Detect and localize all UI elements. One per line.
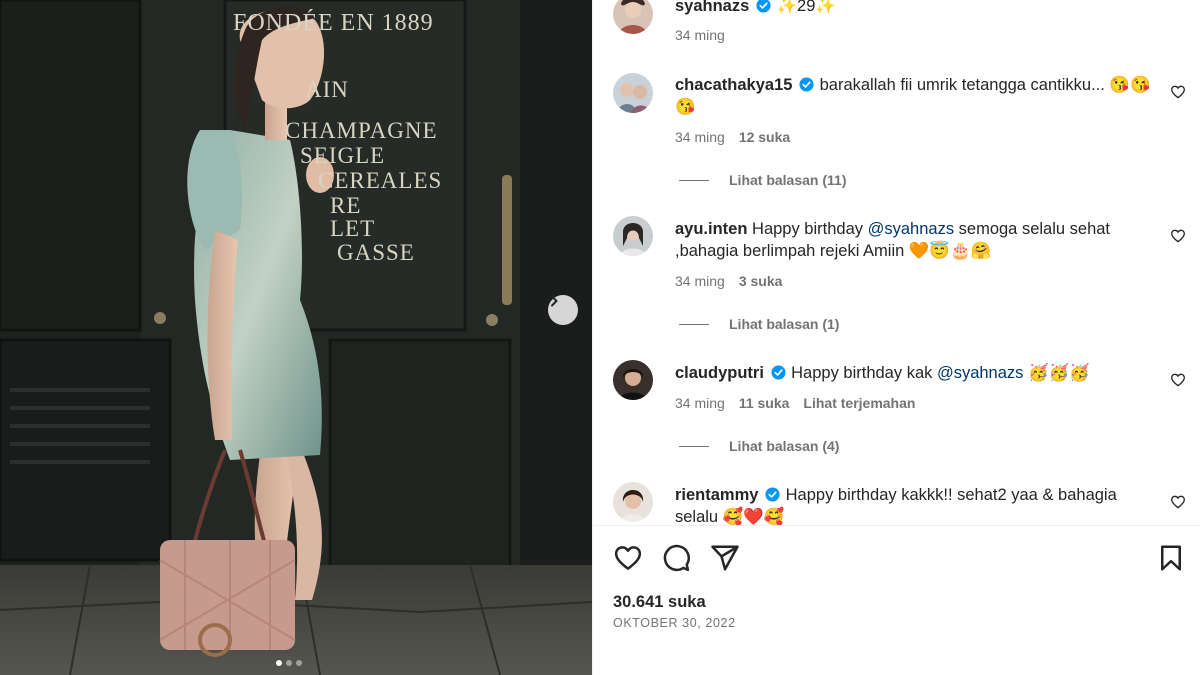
photo-scene [0, 0, 592, 675]
comment-like-heart-icon[interactable] [1170, 228, 1186, 244]
door-sign-line: SEIGLE [300, 143, 386, 168]
avatar[interactable] [613, 0, 653, 34]
view-replies-label: Lihat balasan (4) [729, 438, 840, 454]
replies-divider [679, 323, 709, 325]
caption-username[interactable]: syahnazs [675, 0, 749, 15]
view-replies-button[interactable]: Lihat balasan (1) [679, 316, 839, 332]
avatar[interactable] [613, 482, 653, 522]
carousel-dot-active [276, 660, 282, 666]
replies-divider [679, 445, 709, 447]
comment-time[interactable]: 34 ming [675, 273, 725, 289]
carousel-dot [296, 660, 302, 666]
comment-meta: 34 ming 3 suka [675, 273, 782, 289]
likes-count[interactable]: 30.641 suka [613, 593, 706, 612]
door-sign-line: GASSE [337, 240, 415, 265]
comment-like-heart-icon[interactable] [1170, 84, 1186, 100]
send-icon[interactable] [710, 543, 740, 573]
verified-badge-icon [756, 0, 771, 13]
heart-icon[interactable] [613, 543, 643, 573]
translate-link[interactable]: Lihat terjemahan [803, 395, 915, 411]
view-replies-label: Lihat balasan (1) [729, 316, 840, 332]
comment-body: claudyputri Happy birthday kak @syahnazs… [675, 362, 1155, 384]
door-sign-line: AIN [305, 77, 349, 102]
door-sign-line: CHAMPAGNE [285, 118, 438, 143]
door-sign-line: FONDÉE EN 1889 [233, 10, 434, 36]
verified-badge-icon [765, 487, 780, 502]
carousel-indicator [276, 660, 302, 666]
comment-likes[interactable]: 12 suka [739, 129, 790, 145]
comment-mention-link[interactable]: @syahnazs [937, 364, 1023, 382]
comment-text: Happy birthday kak [791, 364, 937, 382]
door-sign-line: LET [330, 216, 376, 241]
door-sign-line: CEREALES [318, 168, 443, 193]
avatar[interactable] [613, 216, 653, 256]
verified-badge-icon [771, 365, 786, 380]
view-replies-button[interactable]: Lihat balasan (11) [679, 172, 846, 188]
bookmark-icon[interactable] [1156, 543, 1186, 573]
comment-username[interactable]: ayu.inten [675, 220, 747, 238]
avatar[interactable] [613, 360, 653, 400]
post-caption: syahnazs ✨29✨ [675, 0, 1155, 17]
comment-icon[interactable] [661, 543, 691, 573]
comment-body: ayu.inten Happy birthday @syahnazs semog… [675, 218, 1155, 262]
post-side-panel: syahnazs ✨29✨ 34 ming chacathakya15 bara… [592, 0, 1200, 675]
comment-time[interactable]: 34 ming [675, 395, 725, 411]
comment-username[interactable]: rientammy [675, 486, 758, 504]
avatar[interactable] [613, 73, 653, 113]
comment-meta: 34 ming 11 suka Lihat terjemahan [675, 395, 915, 411]
caption-time[interactable]: 34 ming [675, 27, 725, 43]
carousel-dot [286, 660, 292, 666]
comment-mention-link[interactable]: @syahnazs [868, 220, 954, 238]
comment-body: chacathakya15 barakallah fii umrik tetan… [675, 74, 1155, 118]
comment-like-heart-icon[interactable] [1170, 372, 1186, 388]
view-replies-button[interactable]: Lihat balasan (4) [679, 438, 839, 454]
comment-username[interactable]: claudyputri [675, 364, 764, 382]
comment-username[interactable]: chacathakya15 [675, 76, 792, 94]
post-date[interactable]: OKTOBER 30, 2022 [613, 616, 736, 630]
caption-meta: 34 ming [675, 27, 725, 43]
comments-list[interactable]: syahnazs ✨29✨ 34 ming chacathakya15 bara… [593, 0, 1200, 525]
comment-text: Happy birthday [752, 220, 868, 238]
verified-badge-icon [799, 77, 814, 92]
caption-text: ✨29✨ [776, 0, 836, 15]
view-replies-label: Lihat balasan (11) [729, 172, 847, 188]
comment-body: rientammy Happy birthday kakkk!! sehat2 … [675, 484, 1155, 525]
comment-likes[interactable]: 11 suka [739, 395, 790, 411]
section-divider [593, 525, 1200, 526]
post-photo[interactable]: FONDÉE EN 1889 AIN CHAMPAGNE SEIGLE CERE… [0, 0, 592, 675]
chevron-right-icon [551, 295, 558, 307]
comment-likes[interactable]: 3 suka [739, 273, 783, 289]
comment-meta: 34 ming 12 suka [675, 129, 790, 145]
comment-text: 🥳🥳🥳 [1023, 364, 1090, 382]
replies-divider [679, 179, 709, 181]
comment-like-heart-icon[interactable] [1170, 494, 1186, 510]
carousel-next-button[interactable] [548, 295, 578, 325]
comment-time[interactable]: 34 ming [675, 129, 725, 145]
